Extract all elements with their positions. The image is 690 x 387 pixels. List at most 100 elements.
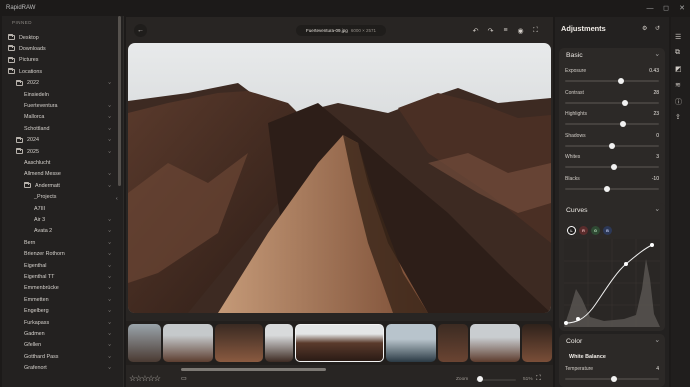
chevron-down-icon[interactable]: › [106,265,112,267]
sidebar-scrollbar[interactable] [118,16,121,186]
chevron-down-icon[interactable]: › [106,173,112,175]
chevron-up-icon[interactable]: ‹ [655,209,661,211]
slider-knob[interactable] [604,185,611,192]
chevron-down-icon[interactable]: › [106,139,112,141]
adjustments-icon[interactable]: ☰ [675,33,681,41]
folder-item[interactable]: Emmenbrücke › [24,283,112,294]
slider-knob[interactable] [618,78,625,84]
thumbnail[interactable] [438,324,468,362]
folder-item[interactable]: Eigenthal › [24,260,112,271]
adjustment-slider[interactable]: Highlights 23 [565,111,659,131]
chevron-down-icon[interactable]: › [106,310,112,312]
adjustment-slider[interactable]: Blacks -10 [565,176,659,196]
minimize-icon[interactable]: — [642,0,658,16]
chevron-up-icon[interactable]: ‹ [655,340,661,342]
slider-track[interactable] [565,101,659,104]
chevron-down-icon[interactable]: › [106,219,112,221]
folder-item[interactable]: Pictures [8,55,38,66]
slider-knob[interactable] [620,121,627,127]
green-channel-button[interactable]: G [591,226,600,235]
chevron-up-icon[interactable]: ‹ [655,54,661,56]
folder-item[interactable]: Gadmen › [24,328,112,339]
back-button[interactable]: ← [134,24,147,37]
mask-icon[interactable]: ◩ [675,65,682,73]
folder-item[interactable]: Schottland › [24,123,112,134]
slider-knob[interactable] [622,99,629,106]
collapse-sidebar-icon[interactable]: ‹ [116,196,118,202]
adjustment-slider[interactable]: Contrast 28 [565,90,659,110]
layers-icon[interactable]: ≋ [675,81,681,89]
undo-button[interactable]: ↶ [469,24,482,37]
folder-item[interactable]: Brienzer Rothorn › [24,249,112,260]
chevron-down-icon[interactable]: › [106,185,112,187]
chevron-down-icon[interactable]: › [106,287,112,289]
thumbnail[interactable] [128,324,161,362]
chevron-down-icon[interactable]: › [106,242,112,244]
folder-item[interactable]: Allmend Messe › [24,169,112,180]
maximize-icon[interactable]: ◻ [658,0,674,16]
blue-channel-button[interactable]: B [603,226,612,235]
slider-track[interactable] [565,80,659,82]
chevron-down-icon[interactable]: › [106,151,112,153]
tone-curve-graph[interactable] [564,239,660,327]
chevron-down-icon[interactable]: › [106,230,112,232]
settings-icon[interactable]: ⚙ [642,25,647,32]
redo-button[interactable]: ↷ [484,24,497,37]
folder-item[interactable]: Grafenort › [24,363,112,374]
red-channel-button[interactable]: R [579,226,588,235]
rating-stars[interactable]: ☆☆☆☆☆ [129,374,161,383]
close-icon[interactable]: ✕ [674,0,690,16]
zoom-slider-knob[interactable] [477,376,483,382]
adjustment-slider[interactable]: Whites 3 [565,154,659,174]
folder-item[interactable]: Desktop [8,32,39,43]
chevron-down-icon[interactable]: › [106,105,112,107]
fit-to-screen-icon[interactable]: ⛶ [536,375,541,383]
slider-knob[interactable] [609,142,615,149]
adjustment-slider[interactable]: Exposure 0.43 [565,68,659,88]
folder-item[interactable]: Engelberg › [24,306,112,317]
folder-item[interactable]: Bern › [24,237,112,248]
main-photo[interactable] [128,43,551,313]
thumbnail[interactable] [522,324,552,362]
chevron-down-icon[interactable]: › [106,367,112,369]
chevron-down-icon[interactable]: › [106,344,112,346]
thumbnail[interactable] [470,324,520,362]
folder-item[interactable]: Gotthard Pass › [24,351,112,362]
chevron-down-icon[interactable]: › [106,299,112,301]
folder-item[interactable]: Air 3 › [34,214,112,225]
folder-item[interactable]: Andermatt › [24,180,112,191]
folder-item[interactable]: 2022 › [16,78,112,89]
folder-item[interactable]: Einsiedeln [24,89,49,100]
info-icon[interactable]: ⓘ [675,97,682,107]
folder-item[interactable]: Aaschlucht [24,157,50,168]
folder-item[interactable]: Avata 2 › [34,226,112,237]
export-icon[interactable]: ⇪ [675,113,681,121]
chevron-down-icon[interactable]: › [106,116,112,118]
crop-icon[interactable]: ⧉ [675,49,680,57]
chevron-down-icon[interactable]: › [106,82,112,84]
folder-item[interactable]: 2024 › [16,135,112,146]
folder-item[interactable]: Fuerteventura › [24,100,112,111]
folder-item[interactable]: Emmetten › [24,294,112,305]
thumbnail[interactable] [215,324,263,362]
chevron-down-icon[interactable]: › [106,276,112,278]
fullscreen-button[interactable]: ⛶ [529,24,542,37]
slider-track[interactable] [565,187,659,190]
folder-item[interactable]: Furkapass › [24,317,112,328]
slider-track[interactable] [565,123,659,125]
temperature-slider[interactable]: Temperature 4 [565,366,659,386]
thumbnail-selected[interactable] [295,324,384,362]
reset-icon[interactable]: ↺ [655,25,660,32]
chevron-down-icon[interactable]: › [106,333,112,335]
chevron-down-icon[interactable]: › [106,356,112,358]
folder-item[interactable]: A7III [34,203,45,214]
folder-item[interactable]: Locations [8,66,42,77]
folder-item[interactable]: 2025 › [16,146,112,157]
slider-knob[interactable] [610,376,617,382]
compare-button[interactable]: ≡ [499,24,512,37]
folder-item[interactable]: Eigenthal TT › [24,271,112,282]
folder-item[interactable]: _Projects [34,192,56,203]
folder-item[interactable]: Downloads [8,43,46,54]
slider-knob[interactable] [610,164,617,170]
thumbnail[interactable] [265,324,293,362]
